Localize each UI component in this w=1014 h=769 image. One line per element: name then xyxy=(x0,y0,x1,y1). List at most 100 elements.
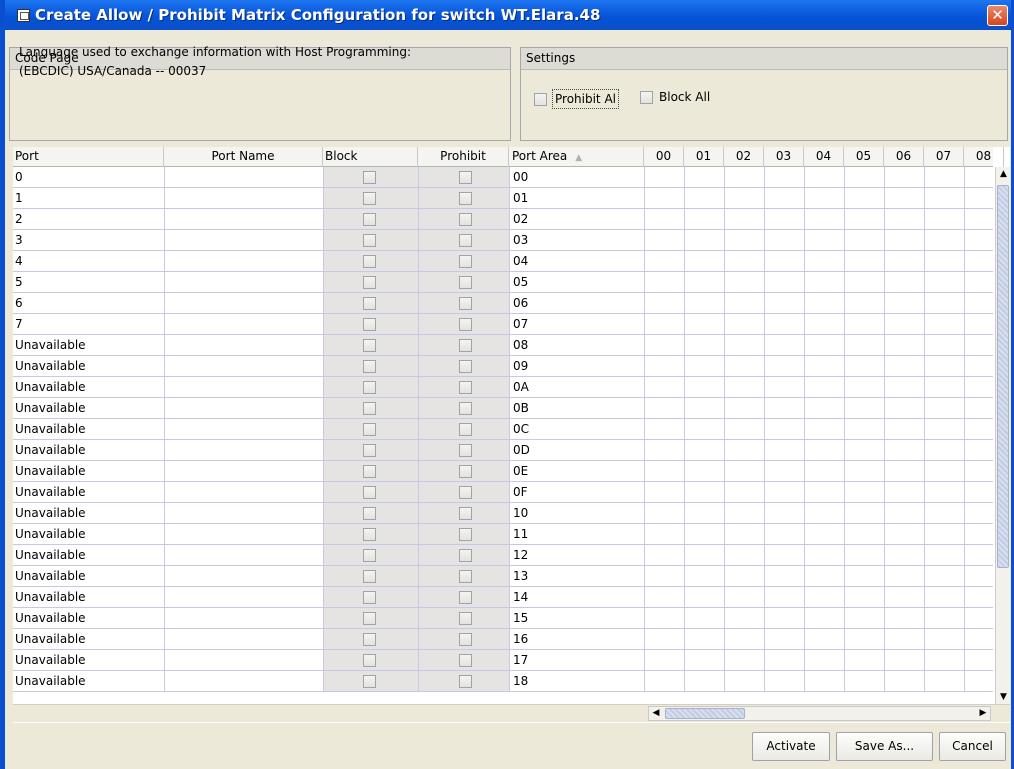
matrix-cell[interactable] xyxy=(884,398,924,418)
matrix-cell[interactable] xyxy=(724,587,764,607)
matrix-cell[interactable] xyxy=(644,398,684,418)
matrix-cell[interactable] xyxy=(724,188,764,208)
block-checkbox[interactable] xyxy=(363,255,376,268)
prohibit-checkbox[interactable] xyxy=(459,339,472,352)
prohibit-checkbox[interactable] xyxy=(459,360,472,373)
matrix-cell[interactable] xyxy=(804,293,844,313)
matrix-cell[interactable] xyxy=(764,608,804,628)
matrix-cell[interactable] xyxy=(924,356,964,376)
matrix-cell[interactable] xyxy=(884,650,924,670)
table-row[interactable]: Unavailable 12 xyxy=(13,545,993,566)
matrix-cell[interactable] xyxy=(644,251,684,271)
port-name-cell[interactable] xyxy=(164,293,323,313)
matrix-cell[interactable] xyxy=(804,503,844,523)
matrix-cell[interactable] xyxy=(844,230,884,250)
matrix-cell[interactable] xyxy=(684,629,724,649)
matrix-cell[interactable] xyxy=(804,377,844,397)
matrix-cell[interactable] xyxy=(684,524,724,544)
matrix-cell[interactable] xyxy=(644,188,684,208)
prohibit-checkbox[interactable] xyxy=(459,549,472,562)
matrix-cell[interactable] xyxy=(684,566,724,586)
port-name-cell[interactable] xyxy=(164,524,323,544)
table-row[interactable]: Unavailable 0B xyxy=(13,398,993,419)
matrix-cell[interactable] xyxy=(724,230,764,250)
matrix-cell[interactable] xyxy=(684,209,724,229)
block-checkbox[interactable] xyxy=(363,423,376,436)
prohibit-checkbox[interactable] xyxy=(459,318,472,331)
matrix-cell[interactable] xyxy=(844,419,884,439)
prohibit-checkbox[interactable] xyxy=(459,276,472,289)
matrix-cell[interactable] xyxy=(644,650,684,670)
block-checkbox[interactable] xyxy=(363,549,376,562)
prohibit-checkbox[interactable] xyxy=(459,633,472,646)
matrix-cell[interactable] xyxy=(884,608,924,628)
matrix-cell[interactable] xyxy=(924,272,964,292)
table-row[interactable]: Unavailable 15 xyxy=(13,608,993,629)
matrix-cell[interactable] xyxy=(764,650,804,670)
port-name-cell[interactable] xyxy=(164,419,323,439)
vertical-scroll-thumb[interactable] xyxy=(997,185,1009,568)
table-row[interactable]: 4 04 xyxy=(13,251,993,272)
matrix-cell[interactable] xyxy=(924,230,964,250)
matrix-cell[interactable] xyxy=(644,503,684,523)
matrix-cell[interactable] xyxy=(764,503,804,523)
horizontal-scrollbar[interactable]: ◀ ▶ xyxy=(648,706,991,721)
matrix-cell[interactable] xyxy=(844,356,884,376)
matrix-cell[interactable] xyxy=(684,377,724,397)
matrix-cell[interactable] xyxy=(724,377,764,397)
matrix-cell[interactable] xyxy=(644,335,684,355)
matrix-cell[interactable] xyxy=(884,188,924,208)
matrix-cell[interactable] xyxy=(884,566,924,586)
scroll-up-arrow-icon[interactable]: ▲ xyxy=(996,167,1010,181)
matrix-cell[interactable] xyxy=(884,524,924,544)
table-row[interactable]: Unavailable 0C xyxy=(13,419,993,440)
port-name-cell[interactable] xyxy=(164,314,323,334)
matrix-cell[interactable] xyxy=(684,650,724,670)
port-name-cell[interactable] xyxy=(164,398,323,418)
column-header-matrix[interactable]: 03 xyxy=(764,147,804,167)
matrix-cell[interactable] xyxy=(884,503,924,523)
matrix-cell[interactable] xyxy=(884,419,924,439)
matrix-cell[interactable] xyxy=(724,545,764,565)
table-row[interactable]: Unavailable 10 xyxy=(13,503,993,524)
matrix-cell[interactable] xyxy=(724,209,764,229)
matrix-cell[interactable] xyxy=(844,188,884,208)
prohibit-checkbox[interactable] xyxy=(459,444,472,457)
matrix-cell[interactable] xyxy=(724,440,764,460)
table-row[interactable]: Unavailable 08 xyxy=(13,335,993,356)
matrix-cell[interactable] xyxy=(764,545,804,565)
port-name-cell[interactable] xyxy=(164,377,323,397)
port-name-cell[interactable] xyxy=(164,356,323,376)
port-name-cell[interactable] xyxy=(164,629,323,649)
prohibit-all-box[interactable] xyxy=(534,92,547,106)
matrix-cell[interactable] xyxy=(764,167,804,187)
prohibit-checkbox[interactable] xyxy=(459,675,472,688)
matrix-cell[interactable] xyxy=(644,545,684,565)
column-header-matrix[interactable]: 08 xyxy=(964,147,1004,167)
matrix-cell[interactable] xyxy=(724,398,764,418)
port-name-cell[interactable] xyxy=(164,671,323,691)
table-row[interactable]: Unavailable 16 xyxy=(13,629,993,650)
matrix-cell[interactable] xyxy=(764,671,804,691)
matrix-cell[interactable] xyxy=(804,440,844,460)
column-header-matrix[interactable]: 04 xyxy=(804,147,844,167)
matrix-cell[interactable] xyxy=(884,377,924,397)
block-checkbox[interactable] xyxy=(363,591,376,604)
matrix-cell[interactable] xyxy=(924,482,964,502)
scroll-left-arrow-icon[interactable]: ◀ xyxy=(649,707,663,720)
matrix-cell[interactable] xyxy=(684,419,724,439)
block-checkbox[interactable] xyxy=(363,213,376,226)
matrix-cell[interactable] xyxy=(924,629,964,649)
matrix-cell[interactable] xyxy=(804,314,844,334)
matrix-cell[interactable] xyxy=(644,482,684,502)
matrix-cell[interactable] xyxy=(884,482,924,502)
port-name-cell[interactable] xyxy=(164,440,323,460)
matrix-cell[interactable] xyxy=(764,482,804,502)
matrix-cell[interactable] xyxy=(804,167,844,187)
matrix-cell[interactable] xyxy=(684,545,724,565)
cancel-button[interactable]: Cancel xyxy=(939,732,1006,761)
matrix-cell[interactable] xyxy=(884,230,924,250)
matrix-cell[interactable] xyxy=(644,377,684,397)
matrix-cell[interactable] xyxy=(724,314,764,334)
column-header-block[interactable]: Block xyxy=(323,147,418,167)
